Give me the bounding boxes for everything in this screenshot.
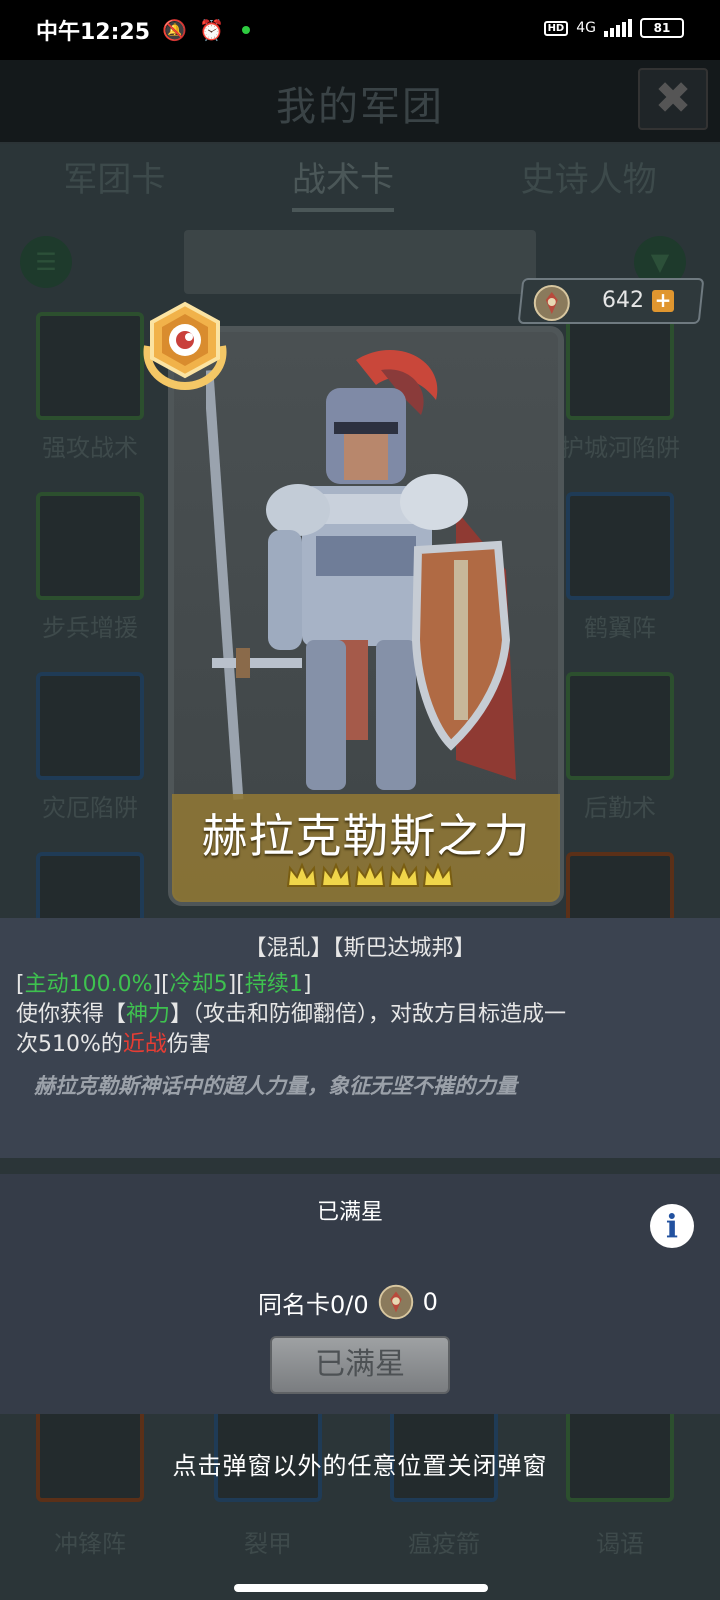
stat-active: 主动100.0%	[24, 972, 153, 997]
grid-card-label: 步兵增援	[42, 614, 138, 642]
currency-counter: 642 +	[517, 278, 705, 324]
grid-card[interactable]	[566, 492, 674, 600]
tab-bar: 军团卡 战术卡 史诗人物	[0, 152, 720, 212]
grid-card[interactable]	[566, 312, 674, 420]
stat-cooldown: 冷却5	[169, 972, 228, 997]
signal-icon	[604, 19, 632, 37]
duplicate-card-count: 同名卡0/0	[258, 1290, 369, 1319]
effect-text: 使你获得【	[16, 1002, 127, 1027]
grid-card-label: 护城河陷阱	[560, 434, 680, 462]
network-label: 4G	[576, 20, 596, 36]
list-view-icon[interactable]: ☰	[20, 236, 72, 288]
max-star-button[interactable]: 已满星	[270, 1336, 450, 1394]
stat-duration: 持续1	[244, 972, 303, 997]
hd-icon: HD	[543, 20, 569, 36]
laurel-medal-icon	[533, 285, 570, 321]
screen: 中午12:25 🔕 ⏰ HD 4G 81 我的军团 ✖ 军团卡 战术卡 史诗人物…	[0, 0, 720, 1600]
effect-text: 伤害	[166, 1032, 211, 1057]
grid-card-label: 裂甲	[244, 1530, 292, 1558]
grid-card-label: 鹤翼阵	[584, 614, 656, 642]
card-stats-line: [主动100.0%][冷却5][持续1]	[16, 972, 312, 997]
clock: 中午12:25	[36, 20, 151, 45]
tab-legion-cards[interactable]: 军团卡	[63, 152, 165, 212]
grid-card[interactable]	[36, 312, 144, 420]
search-input[interactable]	[184, 230, 536, 294]
crown-icon	[320, 862, 352, 887]
battery-icon: 81	[640, 18, 684, 38]
card-star-rating	[286, 860, 454, 894]
card-name: 赫拉克勒斯之力	[201, 809, 531, 863]
effect-melee: 近战	[122, 1032, 167, 1057]
effect-keyword: 神力	[126, 1002, 171, 1027]
mute-icon: 🔕	[162, 18, 187, 42]
currency-amount: 642	[602, 288, 645, 313]
grid-card[interactable]	[36, 492, 144, 600]
tab-tactic-cards[interactable]: 战术卡	[291, 152, 394, 212]
laurel-medal-icon	[378, 1284, 413, 1320]
notification-dot-icon	[241, 26, 250, 34]
info-icon[interactable]: i	[650, 1204, 694, 1248]
game-header: 我的军团 ✖	[0, 60, 720, 144]
status-bar: 中午12:25 🔕 ⏰ HD 4G 81	[0, 0, 720, 60]
grid-card-label: 瘟疫箭	[408, 1530, 480, 1558]
close-hint[interactable]: 点击弹窗以外的任意位置关闭弹窗	[0, 1446, 720, 1481]
tactic-type-badge-icon	[143, 301, 227, 390]
crown-icon	[388, 862, 420, 887]
grid-card-label: 强攻战术	[42, 434, 138, 462]
crown-icon	[286, 862, 318, 887]
card-flavor-text: 赫拉克勒斯神话中的超人力量，象征无坚不摧的力量	[34, 1074, 517, 1098]
grid-card-label: 灾厄陷阱	[42, 794, 138, 822]
grid-card-label: 谒语	[596, 1530, 644, 1558]
add-currency-button[interactable]: +	[652, 288, 674, 312]
crown-icon	[422, 862, 454, 887]
card-tags: 【混乱】【斯巴达城邦】	[244, 936, 476, 961]
grid-card-label: 后勤术	[584, 794, 656, 822]
effect-text: 次510%的	[16, 1032, 123, 1057]
close-icon[interactable]: ✖	[638, 68, 708, 130]
grid-card-label: 冲锋阵	[54, 1530, 126, 1558]
duplicate-card-cost: 0	[422, 1288, 438, 1316]
grid-card[interactable]	[36, 672, 144, 780]
page-title: 我的军团	[276, 84, 444, 130]
star-status: 已满星	[316, 1200, 383, 1225]
duplicate-card-line: 同名卡0/0 0	[258, 1280, 438, 1324]
card-effect-line-1: 使你获得【神力】（攻击和防御翻倍），对敌方目标造成一	[16, 996, 566, 1028]
tab-epic-heroes[interactable]: 史诗人物	[521, 152, 657, 212]
home-indicator[interactable]	[234, 1584, 488, 1592]
grid-card[interactable]	[566, 672, 674, 780]
knight-illustration	[206, 349, 516, 800]
effect-text: 】（攻击和防御翻倍），对敌方目标造成一	[170, 1002, 567, 1027]
alarm-icon: ⏰	[198, 18, 224, 42]
card-effect-line-2: 次510%的近战伤害	[16, 1026, 211, 1058]
crown-icon	[354, 862, 386, 887]
